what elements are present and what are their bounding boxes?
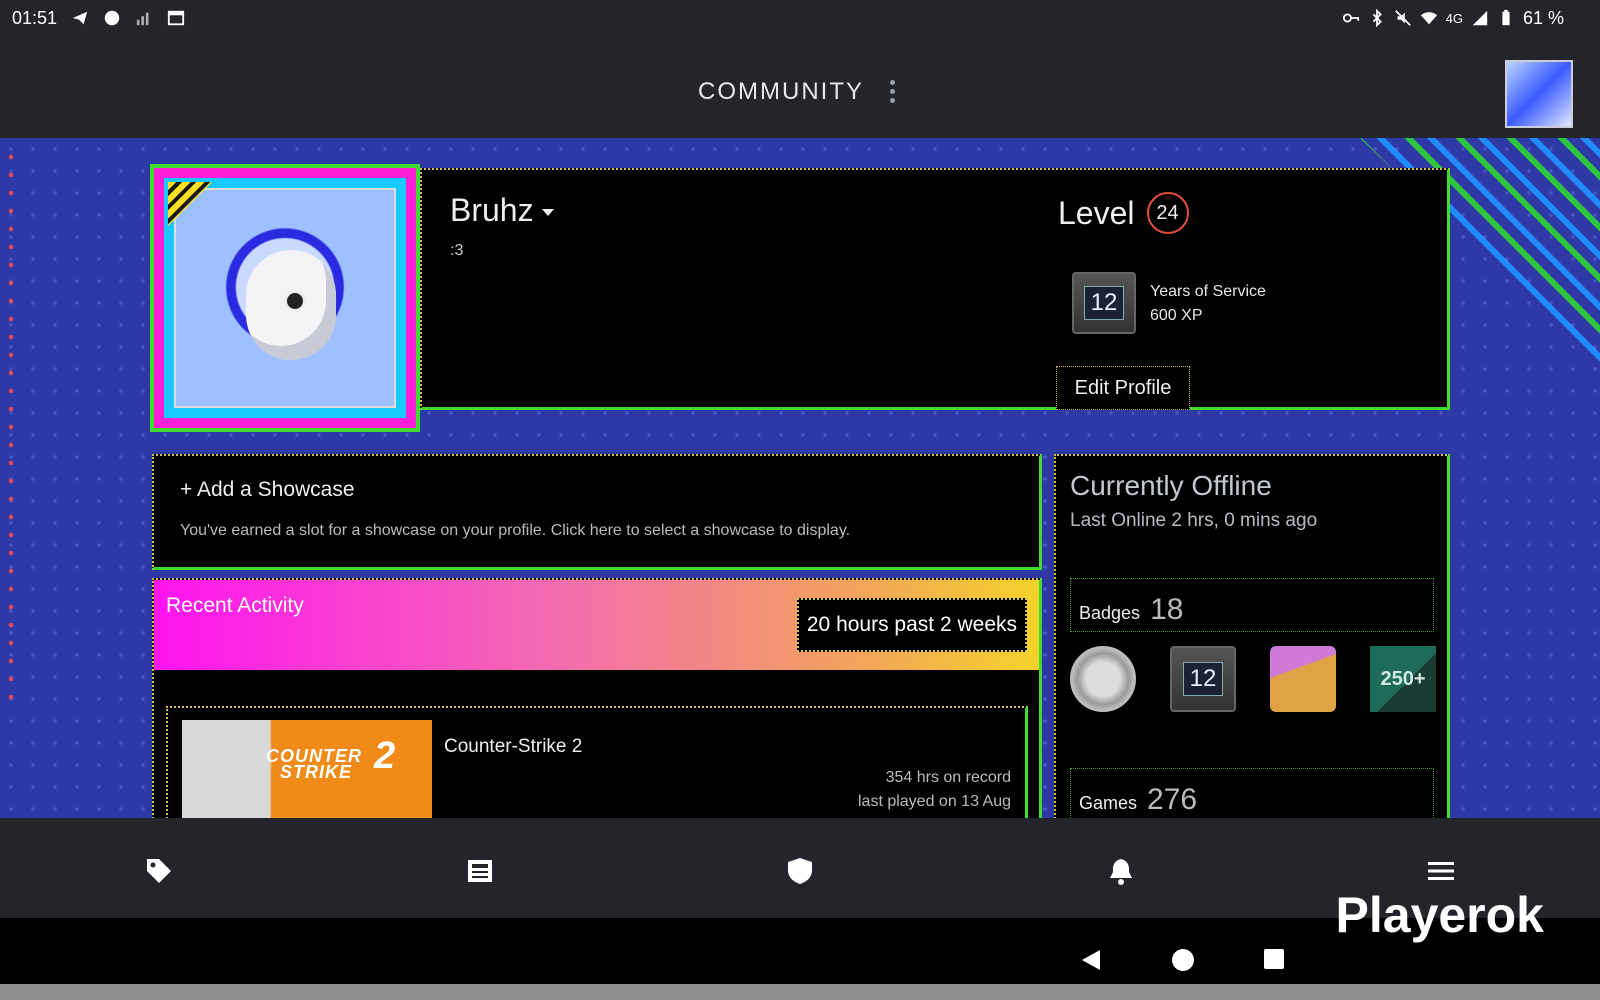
cell-signal-icon [1472,10,1488,26]
battery-percent: 61 % [1522,7,1564,28]
user-avatar-button[interactable] [1505,60,1573,128]
profile-page[interactable]: Bruhz :3 Level 24 12 Years of Service 60… [0,138,1600,818]
app-notification-icon [104,10,120,26]
online-status: Currently Offline [1070,470,1272,501]
recents-icon[interactable] [1263,948,1285,970]
mute-icon [1394,10,1411,26]
app-header: COMMUNITY [0,36,1600,138]
gift-box-badge-icon[interactable] [1270,646,1336,712]
add-showcase-button[interactable]: + Add a Showcase You've earned a slot fo… [152,454,1042,570]
bluetooth-icon [1372,9,1382,27]
dock-strip [0,984,1600,1000]
edit-profile-button[interactable]: Edit Profile [1056,366,1190,410]
username-dropdown[interactable]: Bruhz [450,192,554,229]
calendar-icon [167,10,185,26]
showcase-description: You've earned a slot for a showcase on y… [180,522,851,539]
showcase-title: + Add a Showcase [180,478,355,501]
hours-on-record: 354 hrs on record [885,769,1011,786]
games-owned-badge-icon[interactable]: 250+ [1370,646,1436,712]
key-icon [1342,13,1359,23]
profile-header-card: Bruhz :3 Level 24 12 Years of Service 60… [420,168,1450,410]
silver-coin-badge-icon[interactable] [1070,646,1136,712]
avatar-image [174,188,396,408]
years-of-service-badge-icon[interactable]: 12 [1170,646,1236,712]
games-count: 276 [1147,783,1198,816]
username: Bruhz [450,192,534,228]
wifi-icon [1420,12,1437,25]
level-label: Level [1058,194,1135,231]
recent-activity-title: Recent Activity [166,594,304,617]
bell-icon[interactable] [1106,856,1136,886]
badge-years-number: 12 [1083,286,1125,320]
menu-icon[interactable] [1426,856,1456,886]
more-options-icon[interactable] [888,80,896,106]
back-icon[interactable] [1080,948,1102,972]
signal-icon [136,12,149,26]
profile-avatar[interactable] [150,164,420,432]
status-bar: 01:51 4G 61 % [0,0,1600,36]
badges-label: Badges [1079,603,1141,623]
level-number: 24 [1146,192,1189,234]
telegram-icon [72,11,88,25]
recent-activity-section: Recent Activity 20 hours past 2 weeks CO… [152,578,1042,818]
background-dots [8,148,14,708]
favorite-badge-info: Years of Service 600 XP [1150,280,1266,328]
last-online: Last Online 2 hrs, 0 mins ago [1070,510,1318,531]
badges-count: 18 [1150,593,1184,626]
game-stats: 354 hrs on record last played on 13 Aug [858,766,1011,814]
badge-name: Years of Service [1150,283,1266,300]
profile-summary: :3 [450,242,464,259]
badges-link[interactable]: Badges 18 [1070,578,1434,632]
shield-icon[interactable] [785,856,815,886]
watermark: Playerok [1335,887,1544,943]
page-title: COMMUNITY [698,78,864,105]
game-capsule-image[interactable]: COUNTER STRIKE 2 [182,720,432,818]
favorite-badge-icon[interactable]: 12 [1072,272,1136,334]
badges-row: 12 250+ [1070,646,1436,718]
last-played: last played on 13 Aug [857,793,1011,810]
badge-xp: 600 XP [1150,307,1203,324]
profile-sidebar: Currently Offline Last Online 2 hrs, 0 m… [1054,454,1450,818]
games-label: Games [1079,793,1138,813]
home-icon[interactable] [1171,948,1195,972]
playtime-summary: 20 hours past 2 weeks [796,598,1027,652]
news-icon[interactable] [465,856,495,886]
chevron-down-icon [541,209,554,217]
tag-icon[interactable] [144,856,174,886]
network-type: 4G [1445,10,1463,26]
game-entry[interactable]: COUNTER STRIKE 2 Counter-Strike 2 354 hr… [166,706,1028,818]
recent-activity-header: Recent Activity 20 hours past 2 weeks [154,580,1039,670]
game-capsule-logo: COUNTER STRIKE 2 [266,735,397,782]
games-link[interactable]: Games 276 [1070,768,1434,818]
clock: 01:51 [12,7,58,28]
game-name[interactable]: Counter-Strike 2 [444,736,582,758]
battery-icon [1502,9,1510,26]
level-display: Level 24 [1058,192,1189,234]
